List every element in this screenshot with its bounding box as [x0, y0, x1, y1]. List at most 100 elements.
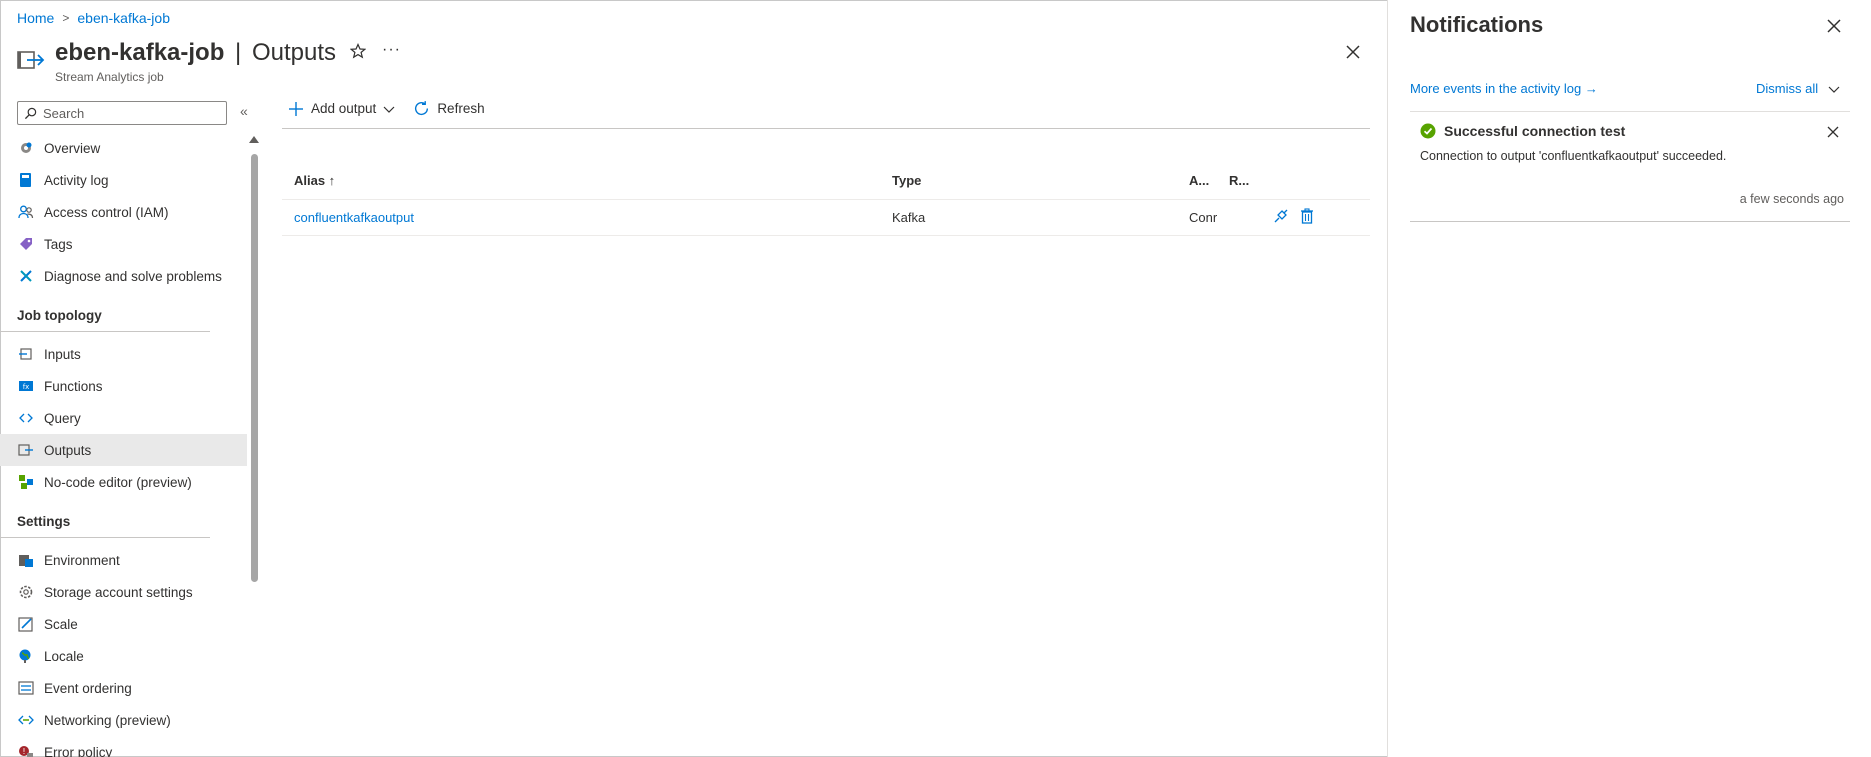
nocode-icon	[18, 474, 34, 490]
sidebar-item-event-ordering[interactable]: Event ordering	[0, 672, 247, 704]
sidebar-item-label: Overview	[44, 140, 101, 156]
row-actions	[1271, 208, 1370, 227]
breadcrumb-home[interactable]: Home	[17, 10, 54, 26]
globe-icon	[18, 648, 34, 664]
sidebar-item-inputs[interactable]: Inputs	[0, 338, 247, 370]
sidebar-item-label: Activity log	[44, 172, 109, 188]
sidebar-item-locale[interactable]: Locale	[0, 640, 247, 672]
scroll-up-arrow[interactable]	[249, 136, 259, 143]
title-separator: |	[235, 39, 242, 66]
output-alias-link[interactable]: confluentkafkaoutput	[294, 210, 414, 225]
sidebar-item-functions[interactable]: fx Functions	[0, 370, 247, 402]
search-icon	[24, 107, 37, 119]
chevron-down-icon	[383, 106, 395, 113]
input-icon	[18, 346, 34, 362]
sidebar-item-query[interactable]: Query	[0, 402, 247, 434]
sidebar-item-label: Access control (IAM)	[44, 204, 169, 220]
sidebar-item-label: Networking (preview)	[44, 712, 171, 728]
activity-log-link[interactable]: More events in the activity log →	[1410, 81, 1598, 96]
sidebar-item-label: No-code editor (preview)	[44, 474, 192, 490]
chevron-right-icon: >	[62, 11, 70, 25]
success-check-icon	[1420, 123, 1436, 139]
sidebar-item-activity-log[interactable]: Activity log	[0, 164, 247, 196]
sidebar-item-storage-account-settings[interactable]: Storage account settings	[0, 576, 247, 608]
table-row: confluentkafkaoutput Kafka Conr	[282, 200, 1370, 236]
sidebar-item-diagnose[interactable]: Diagnose and solve problems	[0, 260, 247, 292]
breadcrumb: Home > eben-kafka-job	[17, 10, 170, 26]
environment-icon	[18, 552, 34, 568]
notifications-panel: Notifications More events in the activit…	[1387, 0, 1871, 757]
column-header-a[interactable]: A...	[1189, 173, 1229, 188]
output-icon	[18, 442, 34, 458]
notification-item[interactable]: Successful connection test Connection to…	[1410, 112, 1850, 222]
star-icon[interactable]	[349, 43, 367, 64]
column-header-r[interactable]: R...	[1229, 173, 1271, 188]
dismiss-all-button[interactable]: Dismiss all	[1756, 81, 1840, 96]
sidebar-item-label: Diagnose and solve problems	[44, 268, 222, 284]
book-icon	[18, 172, 34, 188]
refresh-icon	[415, 101, 429, 116]
sidebar-item-access-control[interactable]: Access control (IAM)	[0, 196, 247, 228]
sidebar-item-label: Event ordering	[44, 680, 132, 696]
page-title: eben-kafka-job | Outputs	[55, 39, 336, 67]
sidebar-item-overview[interactable]: Overview	[0, 132, 247, 164]
gear-icon	[18, 584, 34, 600]
more-button[interactable]: ···	[382, 41, 401, 59]
notification-header: Successful connection test	[1420, 123, 1625, 139]
command-bar: Add output Refresh	[288, 100, 485, 117]
tag-icon	[18, 236, 34, 252]
add-output-label: Add output	[311, 101, 377, 116]
sidebar-scrollbar[interactable]	[251, 154, 258, 582]
column-header-type[interactable]: Type	[892, 173, 1189, 188]
column-header-alias[interactable]: Alias ↑	[282, 173, 892, 188]
page-name: Outputs	[251, 39, 336, 66]
close-icon[interactable]	[1343, 42, 1363, 62]
output-icon	[17, 48, 45, 72]
dismiss-all-label: Dismiss all	[1756, 81, 1819, 96]
svg-text:!: !	[22, 747, 25, 756]
resource-name: eben-kafka-job	[55, 39, 225, 66]
notification-timestamp: a few seconds ago	[1739, 192, 1844, 206]
people-icon	[18, 204, 34, 220]
section-header-job-topology: Job topology	[0, 292, 210, 332]
notifications-title: Notifications	[1410, 12, 1544, 37]
scale-icon	[18, 616, 34, 632]
sidebar-item-error-policy[interactable]: ! Error policy	[0, 736, 247, 757]
network-icon	[18, 712, 34, 728]
section-header-settings: Settings	[0, 498, 210, 538]
sidebar-item-label: Scale	[44, 616, 78, 632]
resource-type: Stream Analytics job	[55, 70, 164, 84]
sidebar-item-label: Locale	[44, 648, 84, 664]
delete-icon[interactable]	[1299, 208, 1315, 227]
sidebar-item-label: Tags	[44, 236, 73, 252]
output-auth: Conr	[1189, 210, 1218, 225]
ordering-icon	[18, 680, 34, 696]
sidebar-item-environment[interactable]: Environment	[0, 544, 247, 576]
sidebar-item-label: Environment	[44, 552, 120, 568]
notification-message: Connection to output 'confluentkafkaoutp…	[1420, 149, 1727, 163]
svg-text:fx: fx	[23, 383, 30, 391]
add-output-button[interactable]: Add output	[288, 101, 395, 117]
sidebar-item-scale[interactable]: Scale	[0, 608, 247, 640]
test-connection-icon[interactable]	[1273, 208, 1289, 227]
code-icon	[18, 410, 34, 426]
sidebar-item-tags[interactable]: Tags	[0, 228, 247, 260]
sidebar-item-networking[interactable]: Networking (preview)	[0, 704, 247, 736]
sidebar-item-no-code-editor[interactable]: No-code editor (preview)	[0, 466, 247, 498]
wrench-icon	[18, 268, 34, 284]
sidebar-item-label: Storage account settings	[44, 584, 193, 600]
notification-title: Successful connection test	[1444, 123, 1626, 139]
close-icon[interactable]	[1826, 125, 1840, 139]
refresh-button[interactable]: Refresh	[413, 100, 485, 117]
sidebar-item-outputs[interactable]: Outputs	[0, 434, 247, 466]
collapse-sidebar-button[interactable]: «	[240, 103, 248, 119]
toolbar-divider	[282, 128, 1370, 129]
table-header: Alias ↑ Type A... R...	[282, 162, 1370, 200]
close-icon[interactable]	[1824, 16, 1844, 36]
breadcrumb-current[interactable]: eben-kafka-job	[77, 10, 170, 26]
plus-icon	[289, 101, 303, 116]
sidebar-search[interactable]	[17, 101, 227, 125]
search-input[interactable]	[43, 105, 213, 121]
sidebar-item-label: Inputs	[44, 346, 81, 362]
sidebar-item-label: Error policy	[44, 744, 113, 757]
